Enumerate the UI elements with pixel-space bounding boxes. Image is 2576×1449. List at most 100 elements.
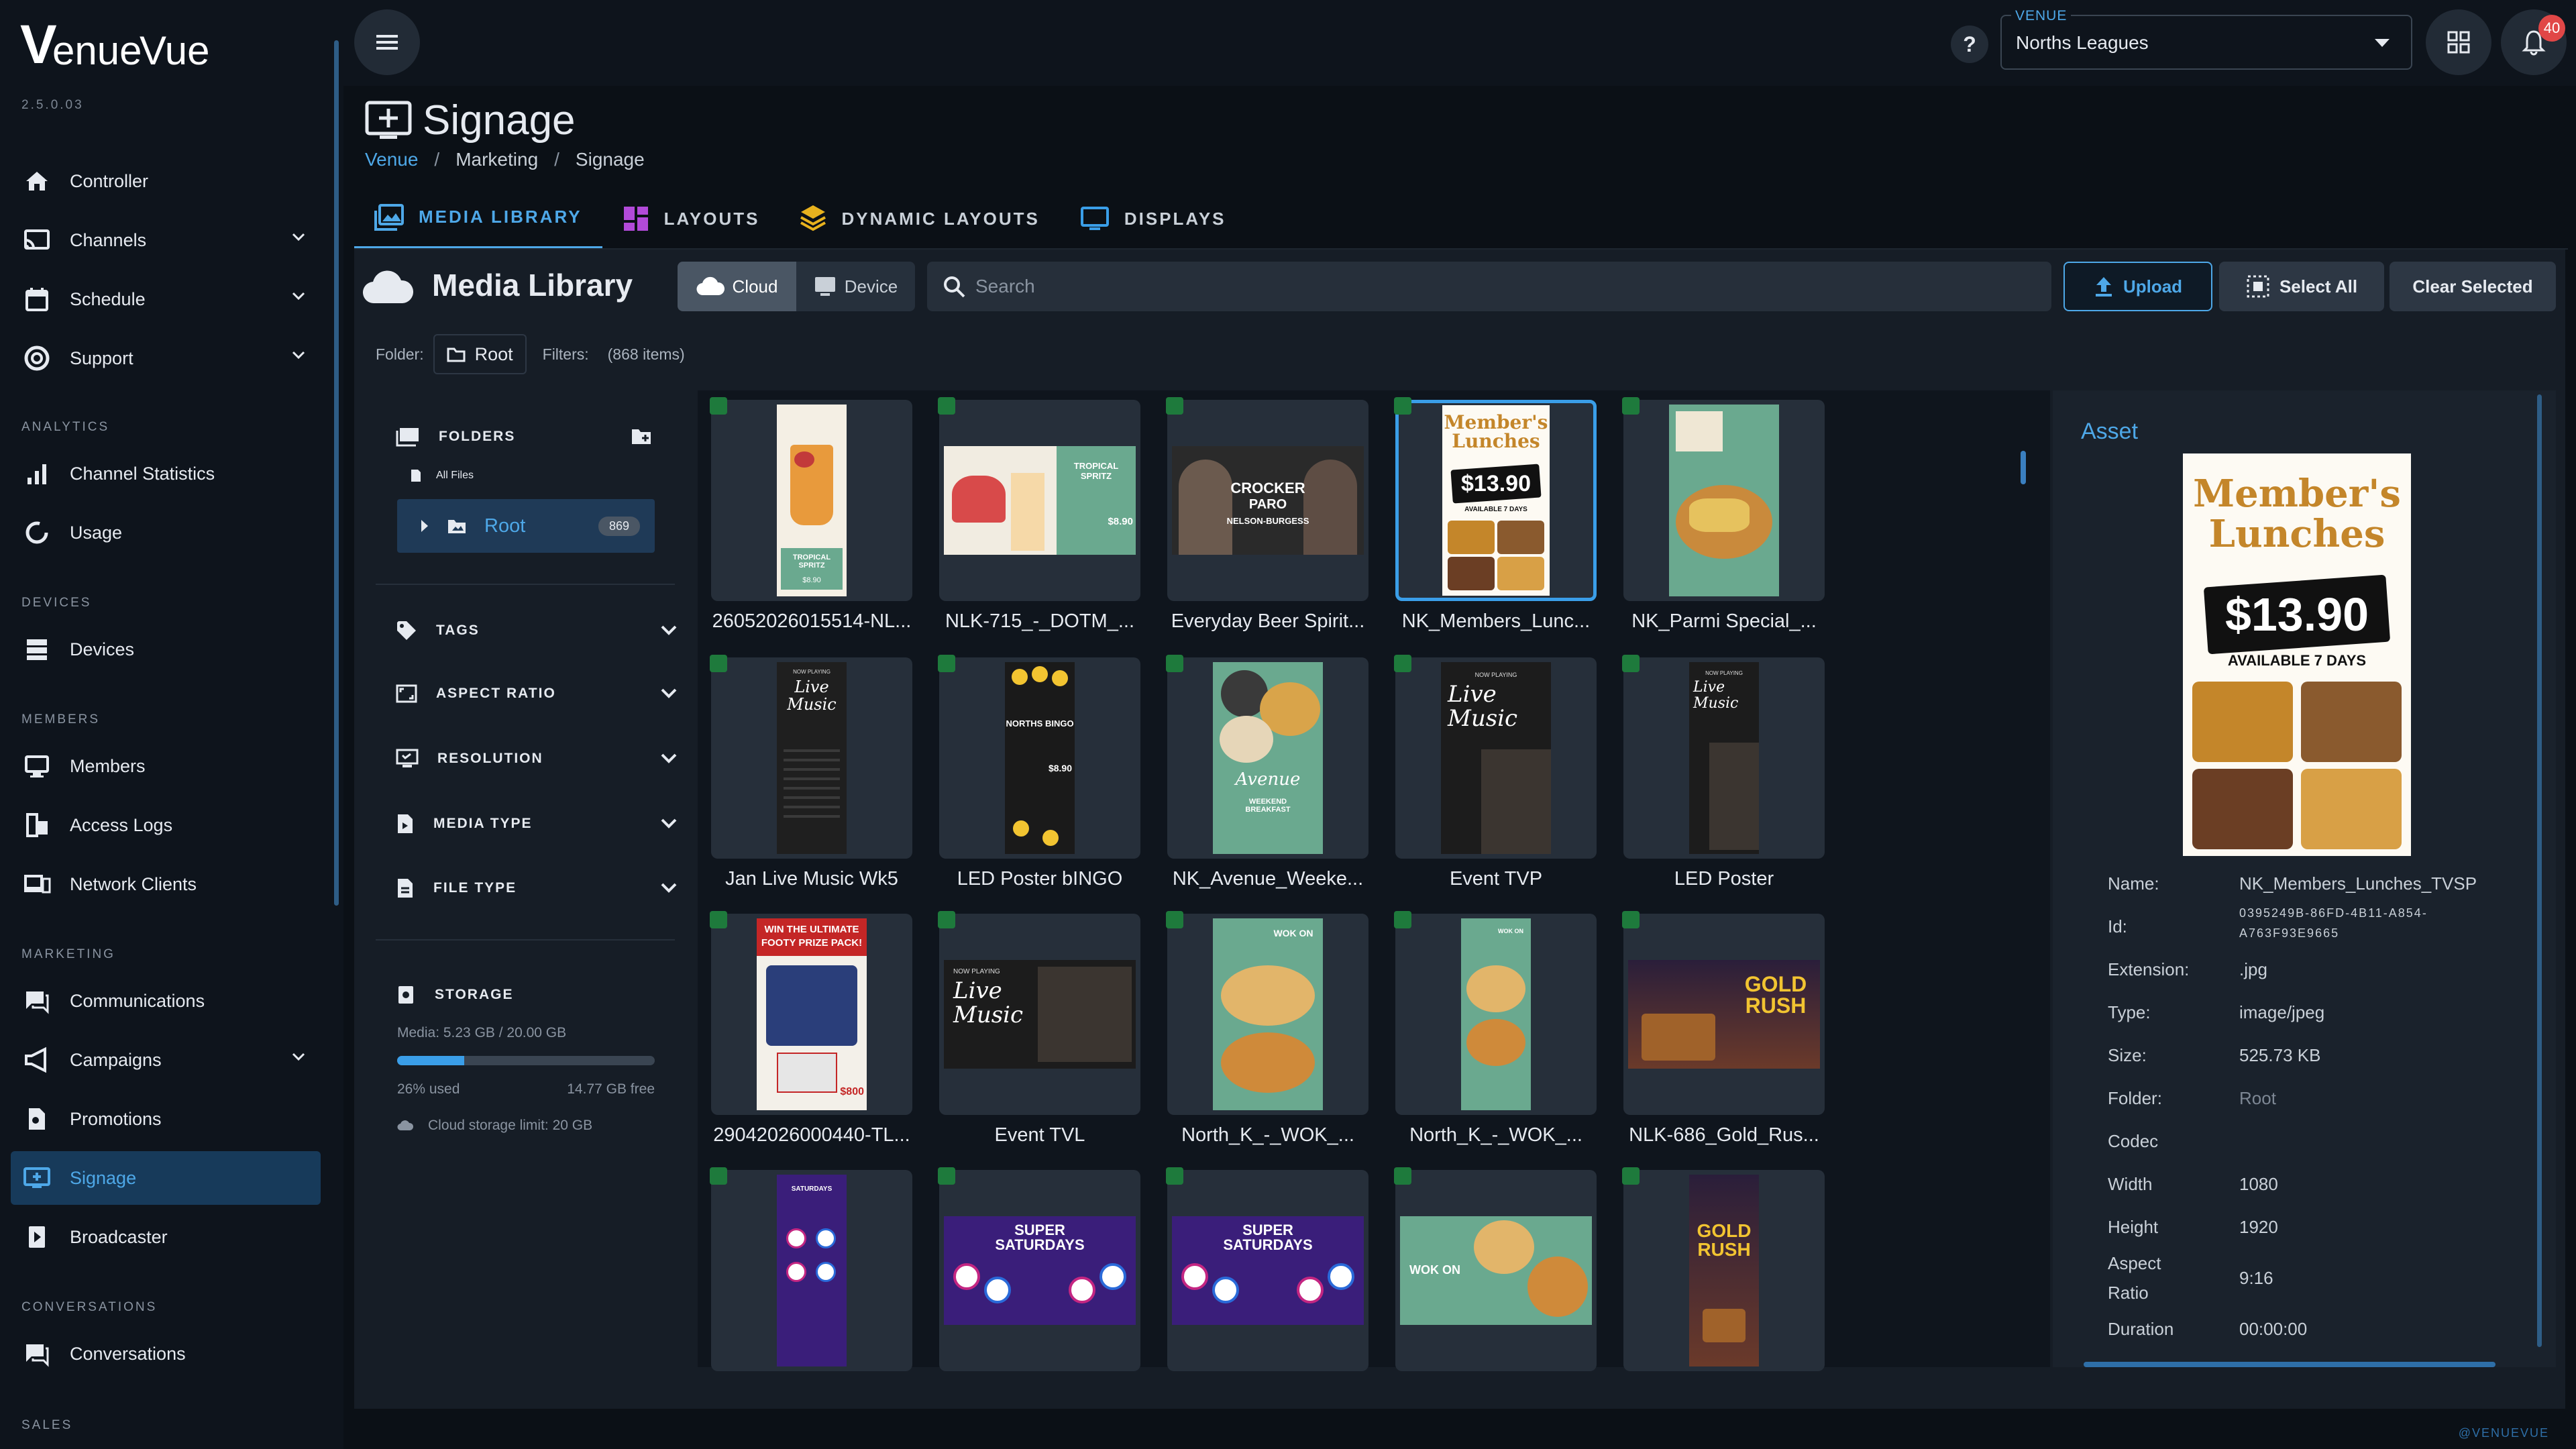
media-tile[interactable]: WOK ON North_K_-_WOK_... [1166, 911, 1368, 1146]
media-thumbnail[interactable]: WOK ON [1395, 1170, 1597, 1371]
media-thumbnail[interactable]: NOW PLAYING Live Music [939, 914, 1140, 1115]
source-device-button[interactable]: Device [796, 262, 915, 311]
sidebar-item-schedule[interactable]: Schedule [11, 272, 321, 326]
media-tile[interactable]: NOW PLAYING Live Music Event TVP [1394, 655, 1597, 890]
media-thumbnail[interactable]: SUPER SATURDAYS [1167, 1170, 1368, 1371]
select-all-label: Select All [2279, 276, 2358, 297]
sidebar-item-signage[interactable]: Signage [11, 1151, 321, 1205]
all-files-item[interactable]: All Files [409, 468, 474, 483]
media-thumbnail[interactable]: WOK ON [1167, 914, 1368, 1115]
media-thumbnail[interactable]: TROPICAL SPRITZ $8.90 [711, 400, 912, 601]
media-thumbnail[interactable]: Member's Lunches $13.90 AVAILABLE 7 DAYS [1395, 400, 1597, 601]
sidebar-item-channel-statistics[interactable]: Channel Statistics [11, 447, 321, 500]
sidebar-scrollbar[interactable] [334, 40, 339, 906]
media-tile[interactable]: CROCKER PARO NELSON-BURGESS Everyday Bee… [1166, 397, 1368, 633]
media-thumbnail[interactable]: NOW PLAYING Live Music [1623, 657, 1825, 859]
sidebar-item-members[interactable]: Members [11, 739, 321, 793]
asset-action-bar[interactable] [2084, 1362, 2496, 1367]
media-thumbnail[interactable]: WIN THE ULTIMATE FOOTY PRIZE PACK! $800 [711, 914, 912, 1115]
media-thumbnail[interactable]: TROPICAL SPRITZ $8.90 [939, 400, 1140, 601]
upload-button[interactable]: Upload [2063, 262, 2212, 311]
media-tile[interactable]: Avenue WEEKEND BREAKFAST NK_Avenue_Weeke… [1166, 655, 1368, 890]
media-thumbnail[interactable]: Avenue WEEKEND BREAKFAST [1167, 657, 1368, 859]
tab-displays[interactable]: DISPLAYS [1060, 188, 1246, 250]
media-tile[interactable]: GOLD RUSH NLK-686_Gold_Rus... [1622, 911, 1825, 1146]
media-thumbnail[interactable]: NOW PLAYING Live Music [1395, 657, 1597, 859]
sidebar-item-network-clients[interactable]: Network Clients [11, 857, 321, 911]
media-thumbnail[interactable]: WOK ON [1395, 914, 1597, 1115]
media-tile[interactable]: NOW PLAYING Live Music LED Poster [1622, 655, 1825, 890]
breadcrumb-separator: / [554, 149, 559, 170]
media-tile[interactable]: NOW PLAYING Live Music Event TVL [938, 911, 1140, 1146]
breadcrumb-venue[interactable]: Venue [365, 149, 418, 170]
sidebar-item-channels[interactable]: Channels [11, 213, 321, 267]
media-tile[interactable]: NORTHS BINGO $8.90 LED Poster bINGO [938, 655, 1140, 890]
search-input[interactable] [975, 276, 1982, 297]
media-tile[interactable]: SATURDAYS [710, 1167, 912, 1381]
sidebar-item-broadcaster[interactable]: Broadcaster [11, 1210, 321, 1264]
media-tile[interactable]: WOK ON [1394, 1167, 1597, 1381]
media-tile[interactable]: SUPER SATURDAYS [1166, 1167, 1368, 1381]
tab-media-library[interactable]: MEDIA LIBRARY [354, 188, 602, 250]
media-tile[interactable]: SUPER SATURDAYS [938, 1167, 1140, 1381]
thumb-text: Live Music [1448, 681, 1518, 732]
media-caption: NK_Members_Lunc... [1401, 610, 1591, 632]
media-tile[interactable]: TROPICAL SPRITZ $8.90 NLK-715_-_DOTM_... [938, 397, 1140, 633]
sidebar-item-controller[interactable]: Controller [11, 154, 321, 208]
file-type-filter[interactable]: FILE TYPE [396, 877, 695, 899]
source-cloud-button[interactable]: Cloud [678, 262, 796, 311]
media-tile[interactable]: NOW PLAYING Live Music Jan Live Music Wk5 [710, 655, 912, 890]
filters-label: Filters: [542, 345, 589, 363]
sidebar-item-conversations[interactable]: Conversations [11, 1327, 321, 1381]
resolution-filter[interactable]: RESOLUTION [396, 749, 695, 769]
media-thumbnail[interactable]: SUPER SATURDAYS [939, 1170, 1140, 1371]
tab-dynamic-layouts[interactable]: DYNAMIC LAYOUTS [780, 188, 1059, 250]
media-tile[interactable]: WOK ON North_K_-_WOK_... [1394, 911, 1597, 1146]
add-folder-icon[interactable] [631, 425, 653, 447]
select-all-button[interactable]: Select All [2219, 262, 2384, 311]
media-thumbnail[interactable]: CROCKER PARO NELSON-BURGESS [1167, 400, 1368, 601]
media-tile-selected[interactable]: Member's Lunches $13.90 AVAILABLE 7 DAYS … [1394, 397, 1597, 633]
expand-caret-icon[interactable] [421, 520, 428, 532]
media-tile[interactable]: WIN THE ULTIMATE FOOTY PRIZE PACK! $800 … [710, 911, 912, 1146]
signage-tabs: MEDIA LIBRARY LAYOUTS DYNAMIC LAYOUTS DI… [354, 188, 1246, 250]
aspect-ratio-filter[interactable]: ASPECT RATIO [396, 684, 695, 703]
thumb-text: PARO [1248, 497, 1287, 512]
dropdown-caret-icon[interactable] [2375, 39, 2390, 47]
media-thumbnail[interactable]: NORTHS BINGO $8.90 [939, 657, 1140, 859]
aspect-ratio-label: ASPECT RATIO [436, 686, 556, 701]
sidebar-item-devices[interactable]: Devices [11, 623, 321, 676]
breadcrumb-marketing[interactable]: Marketing [455, 149, 538, 170]
media-tile[interactable]: GOLD RUSH [1622, 1167, 1825, 1381]
footer-brand: @VENUEVUE [2458, 1426, 2549, 1440]
help-button[interactable]: ? [1951, 25, 1988, 63]
tab-layouts[interactable]: LAYOUTS [602, 188, 780, 250]
sidebar-item-access-logs[interactable]: Access Logs [11, 798, 321, 852]
media-thumbnail[interactable] [1623, 400, 1825, 601]
folder-tree-root[interactable]: Root 869 [397, 499, 655, 553]
media-type-filter[interactable]: MEDIA TYPE [396, 813, 695, 835]
asset-panel-scrollbar[interactable] [2537, 394, 2542, 1347]
venuevue-logo[interactable]: V enue Vue [20, 17, 221, 71]
sidebar-item-communications[interactable]: Communications [11, 974, 321, 1028]
folder-chip[interactable]: Root [433, 334, 527, 374]
sidebar-item-campaigns[interactable]: Campaigns [11, 1033, 321, 1087]
media-thumbnail[interactable]: SATURDAYS [711, 1170, 912, 1371]
media-thumbnail[interactable]: GOLD RUSH [1623, 1170, 1825, 1371]
media-thumbnail[interactable]: NOW PLAYING Live Music [711, 657, 912, 859]
media-tile[interactable]: TROPICAL SPRITZ $8.90 26052026015514-NL.… [710, 397, 912, 633]
grid-scrollbar[interactable] [2021, 451, 2026, 484]
media-caption: Event TVL [994, 1124, 1085, 1146]
apps-grid-button[interactable] [2426, 9, 2491, 75]
sidebar-item-usage[interactable]: Usage [11, 506, 321, 559]
menu-button[interactable] [354, 9, 420, 75]
sidebar-item-support[interactable]: Support [11, 331, 321, 385]
sidebar-item-promotions[interactable]: Promotions [11, 1092, 321, 1146]
clear-selected-button[interactable]: Clear Selected [2390, 262, 2556, 311]
venue-value[interactable]: Norths Leagues [2016, 32, 2149, 54]
tags-filter[interactable]: TAGS [396, 620, 695, 641]
media-thumbnail[interactable]: GOLD RUSH [1623, 914, 1825, 1115]
asset-value-width: 1080 [2239, 1174, 2278, 1194]
media-tile[interactable]: NK_Parmi Special_... [1622, 397, 1825, 633]
lifebuoy-icon [20, 341, 54, 375]
